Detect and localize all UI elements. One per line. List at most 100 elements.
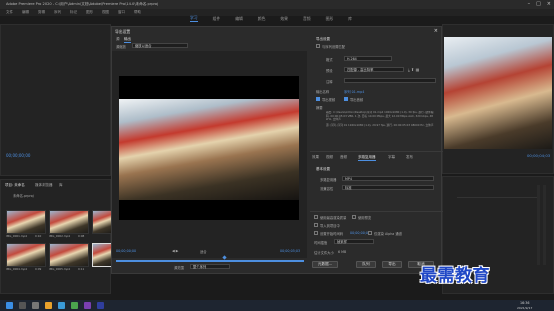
clip-name: IMG_0001.mp4 (6, 234, 28, 238)
menu-graphics[interactable]: 图形 (86, 10, 93, 15)
tab-source[interactable]: 源 (116, 37, 120, 42)
task-view-icon[interactable] (32, 302, 39, 309)
premiere-icon[interactable] (84, 302, 91, 309)
set-timecode-checkbox[interactable] (314, 231, 318, 235)
menu-marker[interactable]: 标记 (70, 10, 77, 15)
workspace-color[interactable]: 颜色 (258, 16, 266, 22)
export-button[interactable]: 导出 (382, 261, 402, 268)
file-explorer-icon[interactable] (45, 302, 52, 309)
clip-duration: 0:11 (78, 267, 85, 271)
comments-field[interactable] (344, 78, 436, 83)
program-preview-image (444, 37, 552, 149)
file-size-label: 估计文件大小 (314, 251, 334, 255)
scrub-bar[interactable] (116, 260, 304, 262)
audio-meter (537, 185, 540, 265)
import-project-checkbox[interactable] (314, 223, 318, 227)
max-render-quality-checkbox[interactable] (314, 215, 318, 219)
tab-project[interactable]: 项目: 未命名 (5, 183, 25, 188)
preset-actions-icons[interactable]: ⤓ ⬆ ▦ (408, 67, 419, 72)
workspace-tabs: 学习 组件 编辑 颜色 效果 音频 图形 库 (190, 14, 390, 23)
menu-help[interactable]: 帮助 (134, 10, 141, 15)
search-icon[interactable] (19, 302, 26, 309)
chrome-icon[interactable] (71, 302, 78, 309)
tab-libraries[interactable]: 库 (59, 183, 63, 188)
program-timecode: 00;00;04;03 (527, 153, 551, 158)
tab-effects[interactable]: 效果 (312, 155, 319, 160)
use-previews-checkbox[interactable] (352, 215, 356, 219)
render-alpha-checkbox[interactable] (368, 231, 372, 235)
app-icon[interactable] (97, 302, 104, 309)
clip-duration: 0:10 (35, 234, 42, 238)
fit-label[interactable]: 适合 (200, 249, 207, 254)
clip-thumbnail[interactable] (6, 243, 46, 267)
export-audio-checkbox[interactable] (344, 97, 348, 101)
menu-sequence[interactable]: 序列 (54, 10, 61, 15)
match-sequence-checkbox[interactable] (316, 44, 320, 48)
workspace-libraries[interactable]: 库 (348, 16, 352, 22)
export-video-checkbox[interactable] (316, 97, 320, 101)
playhead-handle[interactable] (222, 255, 227, 260)
tab-multiplexer[interactable]: 多路复用器 (358, 155, 376, 161)
menu-edit[interactable]: 编辑 (22, 10, 29, 15)
title-bar: Adobe Premiere Pro 2020 - C:\用户\Admin\文档… (0, 0, 554, 9)
source-range-select[interactable]: 整个序列 (190, 264, 230, 269)
clip-name: IMG_0004.mp4 (6, 267, 28, 271)
menu-window[interactable]: 窗口 (118, 10, 125, 15)
close-icon[interactable]: × (547, 1, 551, 7)
max-render-quality-label: 使用最高渲染质量 (320, 216, 347, 220)
workspace-learning[interactable]: 学习 (190, 15, 198, 22)
workspace-audio[interactable]: 音频 (303, 16, 311, 22)
program-monitor-panel: 00;00;04;03 (442, 24, 554, 174)
format-label: 格式 (326, 58, 333, 62)
metadata-button[interactable]: 元数据... (312, 261, 338, 268)
menu-view[interactable]: 视图 (102, 10, 109, 15)
clip-thumbnail[interactable] (92, 210, 112, 234)
tab-media-browser[interactable]: 媒体浏览器 (35, 183, 53, 188)
multiplexer-select[interactable]: MP4 (342, 176, 434, 181)
source-scaling-select[interactable]: 缩放以适合 (132, 43, 188, 48)
interpolation-select[interactable]: 帧采样 (334, 239, 374, 244)
watermark-logo: 最需教育 (420, 266, 490, 286)
workspace-graphics[interactable]: 图形 (326, 16, 334, 22)
tab-publish[interactable]: 发布 (406, 155, 413, 160)
import-project-label: 导入到项目中 (320, 224, 340, 228)
maximize-icon[interactable]: □ (536, 1, 541, 7)
clip-name: IMG_0005.mp4 (49, 267, 71, 271)
export-settings-dialog: 导出设置 × 源 输出 源缩放 缩放以适合 00;00;00;00 ◀ ▶ 适合… (111, 26, 443, 274)
clip-thumbnail-selected[interactable] (92, 243, 112, 267)
options-divider (310, 211, 443, 212)
queue-button[interactable]: 队列 (356, 261, 376, 268)
stream-compat-select[interactable]: 标准 (342, 185, 434, 190)
tab-output[interactable]: 输出 (124, 37, 131, 43)
project-path: 未命名.prproj (13, 194, 34, 198)
project-panel: 项目: 未命名 媒体浏览器 库 未命名.prproj IMG_0001.mp4 … (0, 179, 112, 294)
tab-captions[interactable]: 字幕 (388, 155, 395, 160)
clip-thumbnail[interactable] (6, 210, 46, 234)
edge-icon[interactable] (58, 302, 65, 309)
basic-settings-header: 基本设置 (316, 167, 330, 171)
workspace-assembly[interactable]: 组件 (213, 16, 221, 22)
play-icon[interactable]: ◀ ▶ (172, 249, 179, 253)
summary-source: 源: 序列, 序列 01 1920x1080 (1.0), 29.97 fps,… (326, 122, 434, 127)
workspace-editing[interactable]: 编辑 (235, 16, 243, 22)
minimize-icon[interactable]: – (528, 1, 531, 7)
format-select[interactable]: H.264 (344, 56, 392, 61)
menu-clip[interactable]: 剪辑 (38, 10, 45, 15)
out-timecode: 00;00;05;03 (280, 249, 301, 253)
clock-date[interactable]: 2021/9/17 (517, 306, 532, 310)
tab-audio[interactable]: 音频 (340, 155, 347, 160)
windows-start-icon[interactable] (6, 302, 13, 309)
workspace-effects[interactable]: 效果 (280, 16, 288, 22)
source-range-label: 源范围 (174, 266, 184, 270)
clip-thumbnail[interactable] (49, 243, 89, 267)
clock-time[interactable]: 16:36 (520, 301, 530, 305)
preset-select[interactable]: 匹配源 - 高比特率 (344, 67, 404, 72)
set-timecode-label: 设置开始时间码 (320, 232, 344, 236)
tab-video[interactable]: 视频 (326, 155, 333, 160)
in-timecode: 00;00;00;00 (116, 249, 137, 253)
menu-file[interactable]: 文件 (6, 10, 13, 15)
clip-thumbnail[interactable] (49, 210, 89, 234)
clip-duration: 0:08 (78, 234, 85, 238)
output-name-link[interactable]: 序列 01.mp4 (344, 89, 364, 94)
close-icon[interactable]: × (434, 28, 438, 34)
